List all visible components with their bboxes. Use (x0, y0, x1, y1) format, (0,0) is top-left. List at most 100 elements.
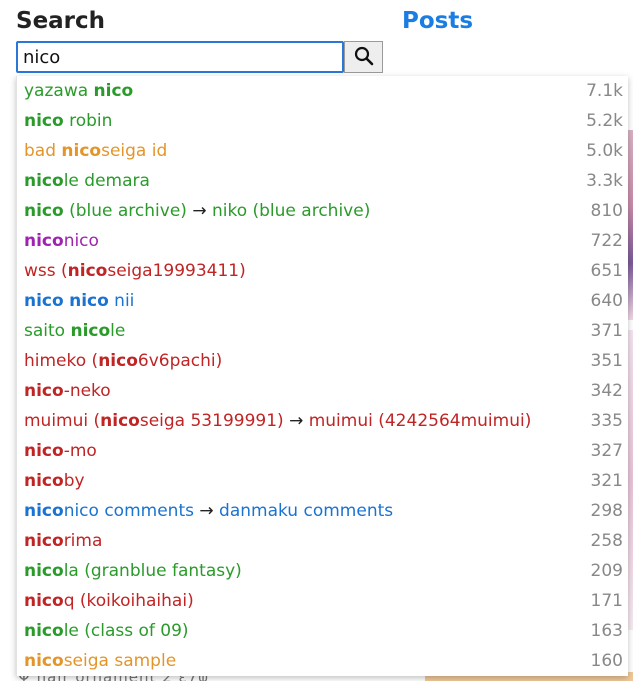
match-highlight: nico (69, 291, 109, 311)
term-text: -neko (63, 381, 111, 401)
term-text: seiga 53199991) (139, 411, 290, 431)
match-highlight: nico (98, 351, 138, 371)
search-input[interactable] (16, 41, 344, 73)
term-text: nii (108, 291, 135, 311)
term-text: -mo (63, 441, 97, 461)
autocomplete-item-term: nico nico nii (24, 291, 134, 311)
match-highlight: nico (24, 591, 64, 611)
post-count: 651 (590, 261, 623, 281)
autocomplete-item-term: nico (blue archive) → niko (blue archive… (24, 201, 370, 221)
autocomplete-item-term: nico robin (24, 111, 112, 131)
autocomplete-item-term: himeko (nico6v6pachi) (24, 351, 222, 371)
autocomplete-item[interactable]: nicoq (koikoihaihai) 171 (17, 586, 628, 616)
post-count: 371 (590, 321, 623, 341)
autocomplete-item[interactable]: niconico comments → danmaku comments 298 (17, 496, 628, 526)
match-highlight: nico (100, 411, 140, 431)
term-text: robin (63, 111, 113, 131)
match-highlight: nico (67, 261, 108, 281)
autocomplete-item[interactable]: nico (blue archive) → niko (blue archive… (17, 196, 628, 226)
term-text: seiga id (101, 141, 168, 161)
term-text: by (63, 471, 85, 491)
match-highlight: nico (24, 441, 64, 461)
autocomplete-item[interactable]: nicoby 321 (17, 466, 628, 496)
post-count: 335 (590, 411, 623, 431)
term-text: yazawa (24, 81, 94, 101)
match-highlight: nico (24, 531, 64, 551)
autocomplete-item[interactable]: nicole demara 3.3k (17, 166, 628, 196)
autocomplete-item-term: bad nicoseiga id (24, 141, 167, 161)
search-button[interactable] (344, 41, 383, 73)
post-count: 3.3k (586, 171, 623, 191)
autocomplete-item[interactable]: nicole (class of 09) 163 (17, 616, 628, 646)
match-highlight: nico (24, 201, 64, 221)
term-text: saito (24, 321, 71, 341)
post-count: 160 (590, 651, 623, 671)
term-text: (blue archive) (63, 201, 193, 221)
term-text: le (class of 09) (63, 621, 189, 641)
post-count: 327 (590, 441, 623, 461)
match-highlight: nico (24, 471, 64, 491)
term-text: danmaku comments (213, 501, 394, 521)
autocomplete-item[interactable]: niconico 722 (17, 226, 628, 256)
autocomplete-item[interactable]: nicoseiga sample 160 (17, 646, 628, 676)
match-highlight: nico (24, 171, 64, 191)
autocomplete-item[interactable]: nico-neko 342 (17, 376, 628, 406)
posts-heading[interactable]: Posts (402, 8, 473, 34)
post-count: 5.0k (586, 141, 623, 161)
autocomplete-item[interactable]: nicorima 258 (17, 526, 628, 556)
term-text: seiga sample (63, 651, 177, 671)
autocomplete-item[interactable]: nicola (granblue fantasy) 209 (17, 556, 628, 586)
autocomplete-item-term: nicole (class of 09) (24, 621, 189, 641)
autocomplete-item-term: nicoby (24, 471, 85, 491)
autocomplete-item[interactable]: yazawa nico 7.1k (17, 76, 628, 106)
autocomplete-item-term: niconico (24, 231, 99, 251)
match-highlight: nico (93, 81, 134, 101)
autocomplete-item-term: nicole demara (24, 171, 150, 191)
autocomplete-item-term: nico-neko (24, 381, 111, 401)
term-text: wss ( (24, 261, 68, 281)
autocomplete-item[interactable]: muimui (nicoseiga 53199991) → muimui (42… (17, 406, 628, 436)
post-count: 7.1k (586, 81, 623, 101)
autocomplete-item-term: nicorima (24, 531, 102, 551)
search-heading: Search (16, 8, 106, 34)
post-count: 342 (590, 381, 623, 401)
term-text: himeko ( (24, 351, 99, 371)
term-text: seiga19993411) (107, 261, 246, 281)
match-highlight: nico (24, 381, 64, 401)
autocomplete-item[interactable]: himeko (nico6v6pachi) 351 (17, 346, 628, 376)
match-highlight: nico (61, 141, 102, 161)
post-count: 640 (590, 291, 623, 311)
autocomplete-item-term: saito nicole (24, 321, 125, 341)
alias-arrow-icon: → (192, 201, 207, 221)
post-count: 298 (590, 501, 623, 521)
autocomplete-item[interactable]: bad nicoseiga id 5.0k (17, 136, 628, 166)
autocomplete-item[interactable]: nico-mo 327 (17, 436, 628, 466)
match-highlight: nico (24, 291, 64, 311)
autocomplete-item-term: muimui (nicoseiga 53199991) → muimui (42… (24, 411, 531, 431)
post-count: 209 (590, 561, 623, 581)
term-text: 6v6pachi) (137, 351, 223, 371)
magnifier-icon (354, 46, 374, 69)
post-thumbnail[interactable] (628, 130, 633, 320)
term-text: q (koikoihaihai) (63, 591, 194, 611)
alias-arrow-icon: → (199, 501, 214, 521)
autocomplete-item[interactable]: wss (nicoseiga19993411) 651 (17, 256, 628, 286)
term-text: niko (blue archive) (206, 201, 371, 221)
post-count: 722 (590, 231, 623, 251)
match-highlight: nico (24, 501, 64, 521)
term-text: muimui ( (24, 411, 101, 431)
post-thumbnail[interactable] (628, 330, 633, 630)
autocomplete-item[interactable]: nico robin 5.2k (17, 106, 628, 136)
autocomplete-item[interactable]: saito nicole 371 (17, 316, 628, 346)
term-text: le demara (63, 171, 150, 191)
autocomplete-item-term: niconico comments → danmaku comments (24, 501, 393, 521)
autocomplete-item-term: nicola (granblue fantasy) (24, 561, 242, 581)
match-highlight: nico (24, 621, 64, 641)
match-highlight: nico (24, 561, 64, 581)
autocomplete-item[interactable]: nico nico nii 640 (17, 286, 628, 316)
term-text: nico (63, 231, 99, 251)
term-text: la (granblue fantasy) (63, 561, 242, 581)
alias-arrow-icon: → (289, 411, 304, 431)
post-count: 163 (590, 621, 623, 641)
autocomplete-item-term: yazawa nico (24, 81, 133, 101)
